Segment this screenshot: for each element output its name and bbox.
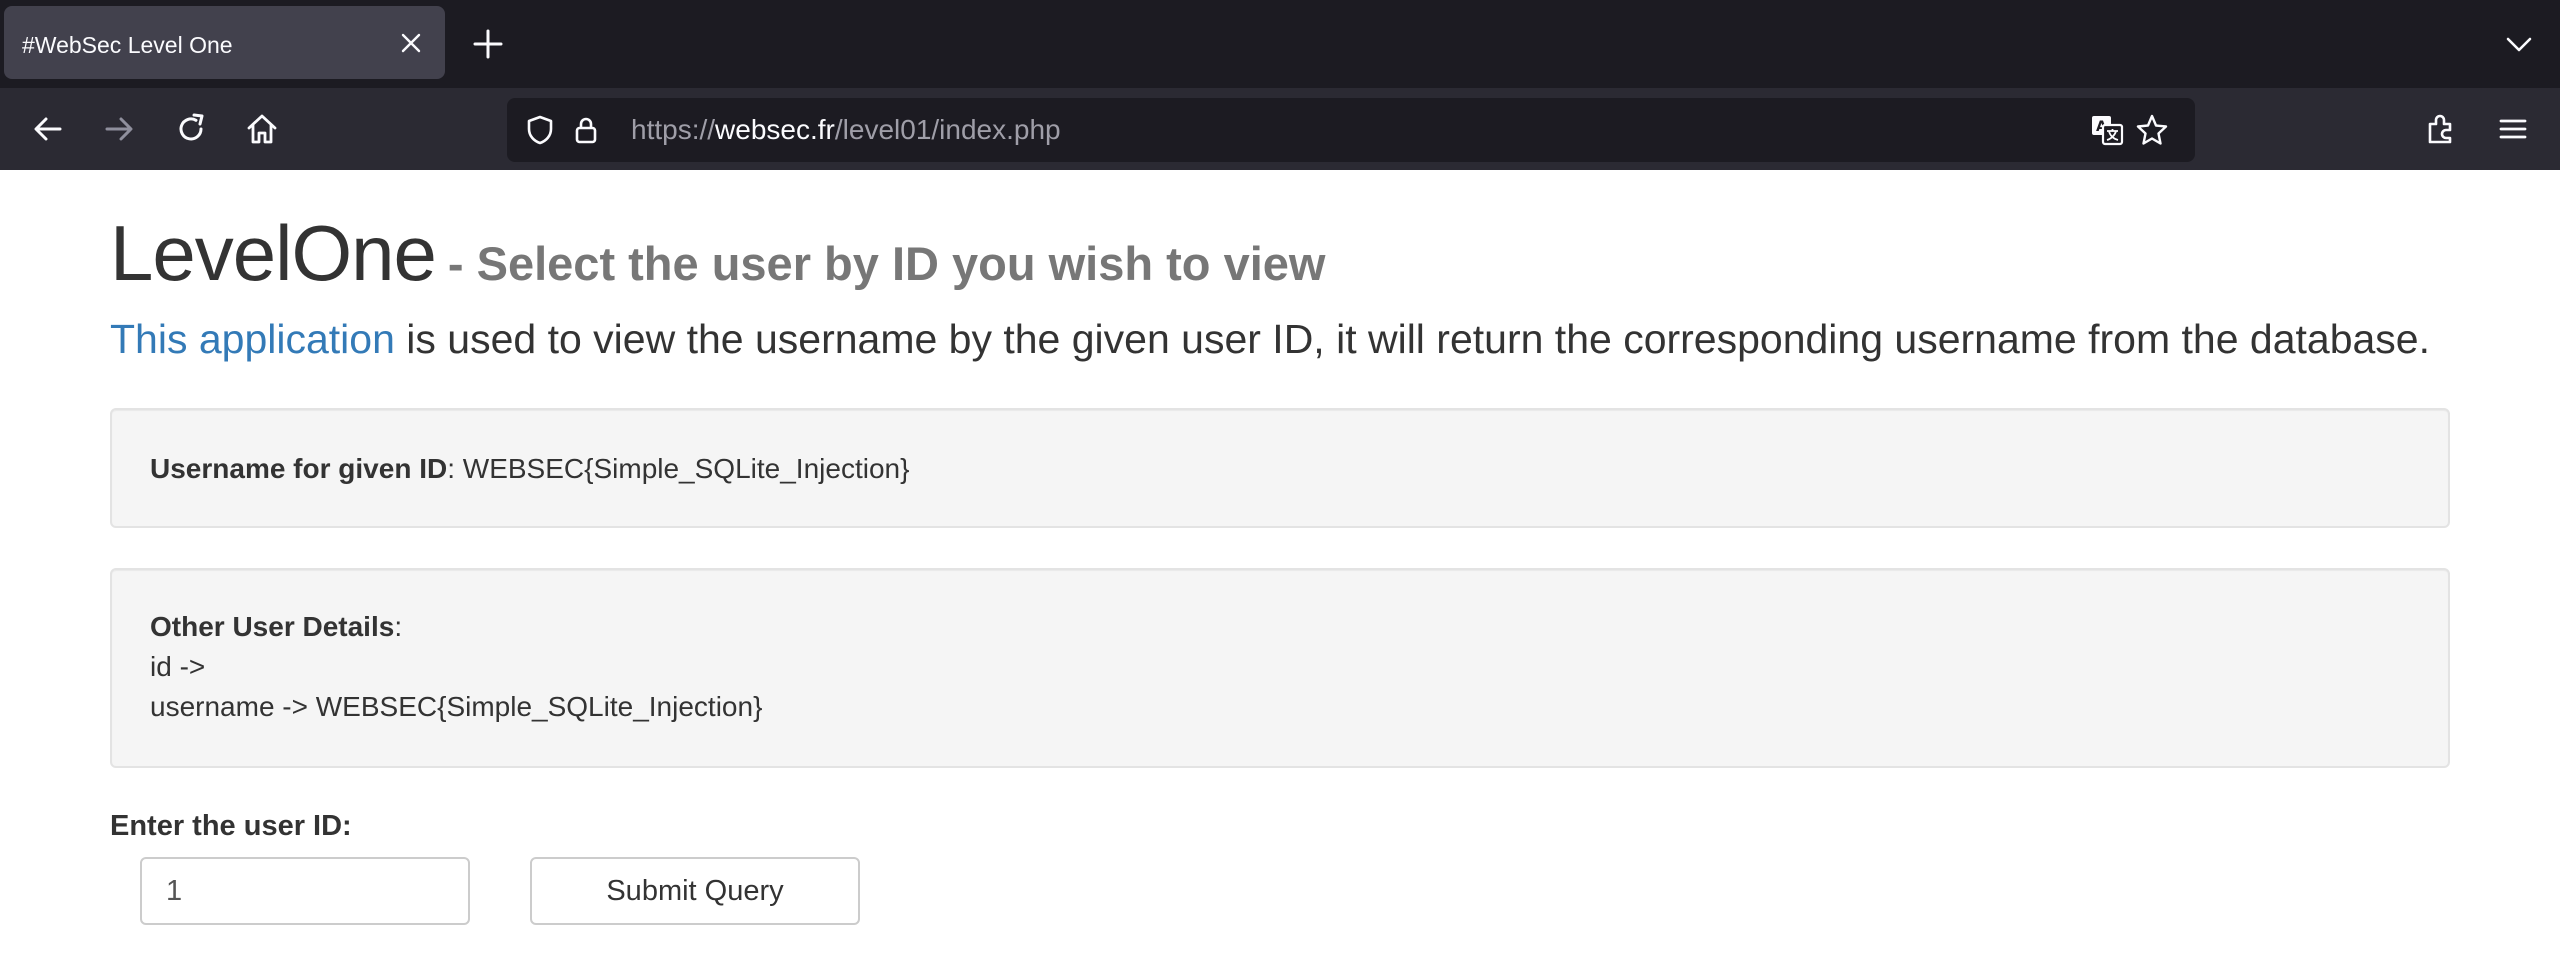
home-icon	[247, 114, 277, 144]
result-label: Username for given ID	[150, 453, 448, 484]
url-text[interactable]: https://websec.fr/level01/index.php	[631, 98, 1061, 162]
extensions-button[interactable]	[2417, 105, 2465, 153]
active-tab[interactable]: #WebSec Level One	[4, 6, 445, 79]
star-icon[interactable]	[2134, 112, 2170, 148]
result-separator: :	[447, 453, 463, 484]
page-title: LevelOne - Select the user by ID you wish…	[110, 208, 1325, 299]
submit-query-button[interactable]: Submit Query	[530, 857, 860, 925]
back-button[interactable]	[24, 105, 72, 153]
home-button[interactable]	[238, 105, 286, 153]
result-line: Username for given ID: WEBSEC{Simple_SQL…	[150, 453, 909, 485]
url-path: /level01/index.php	[834, 114, 1061, 145]
application-link[interactable]: This application	[110, 316, 395, 362]
details-label: Other User Details	[150, 611, 395, 642]
details-id-line: id ->	[150, 651, 206, 682]
details-separator: :	[394, 611, 403, 642]
page-subtitle: - Select the user by ID you wish to view	[447, 237, 1326, 290]
details-heading: Other User Details:	[150, 611, 402, 643]
url-scheme: https://	[631, 114, 716, 145]
intro-paragraph: This application is used to view the use…	[110, 316, 2430, 363]
hamburger-menu-icon	[2499, 119, 2527, 139]
shield-icon[interactable]	[522, 112, 558, 148]
new-tab-icon[interactable]	[470, 26, 506, 62]
lock-icon[interactable]	[568, 112, 604, 148]
url-host: websec.fr	[715, 114, 835, 145]
url-bar[interactable]: https://websec.fr/level01/index.php A	[507, 98, 2195, 162]
navigation-toolbar: https://websec.fr/level01/index.php A	[0, 88, 2560, 170]
result-panel: Username for given ID: WEBSEC{Simple_SQL…	[110, 408, 2450, 528]
tab-title: #WebSec Level One	[22, 32, 233, 58]
app-menu-button[interactable]	[2489, 105, 2537, 153]
extensions-icon	[2428, 114, 2452, 144]
details-username-line: username -> WEBSEC{Simple_SQLite_Injecti…	[150, 691, 763, 722]
tab-strip: #WebSec Level One	[0, 0, 2560, 88]
reload-button[interactable]	[167, 105, 215, 153]
translate-icon[interactable]: A	[2089, 112, 2125, 148]
result-value: WEBSEC{Simple_SQLite_Injection}	[462, 453, 910, 484]
intro-text: is used to view the username by the give…	[394, 316, 2430, 362]
details-panel: Other User Details: id -> username -> WE…	[110, 568, 2450, 768]
page-content: LevelOne - Select the user by ID you wish…	[0, 170, 2560, 966]
back-arrow-icon	[34, 117, 62, 141]
page-title-main: LevelOne	[110, 209, 437, 297]
forward-arrow-icon	[105, 117, 133, 141]
user-id-input[interactable]	[140, 857, 470, 925]
forward-button[interactable]	[95, 105, 143, 153]
close-tab-icon[interactable]	[397, 29, 425, 57]
reload-icon	[179, 113, 204, 141]
chevron-down-icon[interactable]	[2504, 29, 2534, 59]
user-id-label: Enter the user ID:	[110, 810, 352, 842]
